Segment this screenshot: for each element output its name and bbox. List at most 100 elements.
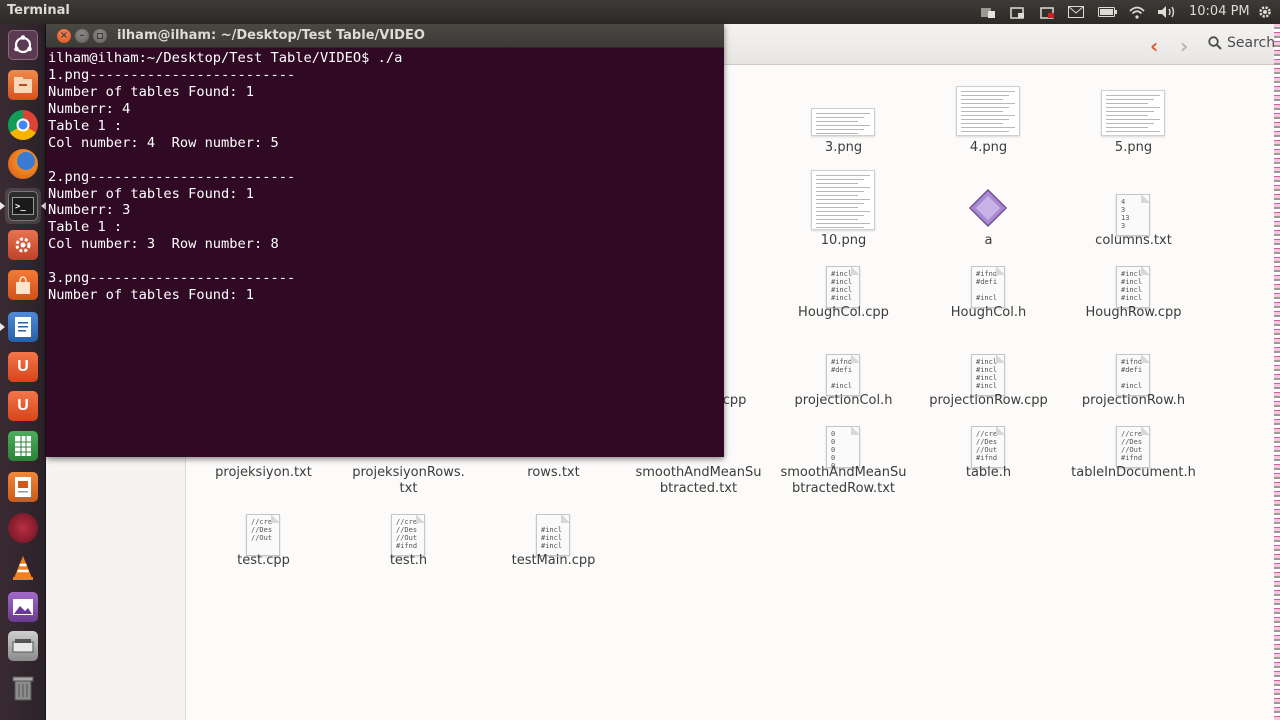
file-name-continued: btracted.txt [659, 481, 738, 496]
file-name: projectionCol.h [794, 393, 893, 408]
forward-button[interactable]: › [1180, 34, 1188, 58]
file-item[interactable]: HoughCol.cpp [771, 305, 916, 321]
file-name: 10.png [820, 233, 867, 248]
search-label: Search [1227, 35, 1276, 51]
file-name-continued: btractedRow.txt [791, 481, 896, 496]
file-item[interactable]: projeksiyon.txt [191, 465, 336, 481]
text-file-icon: #incl #incl #incl [536, 514, 570, 556]
partial-file-label: l.cpp [715, 393, 747, 408]
wifi-icon[interactable] [1127, 4, 1147, 20]
file-item[interactable]: test.cpp [191, 553, 336, 569]
file-item[interactable]: projeksiyonRows. txt [336, 465, 481, 497]
file-item[interactable]: columns.txt [1061, 233, 1206, 249]
executable-diamond-icon [968, 188, 1008, 228]
launcher-item-system-settings[interactable] [5, 227, 41, 263]
terminal-output[interactable]: ilham@ilham:~/Desktop/Test Table/VIDEO$ … [48, 50, 722, 455]
file-name: 3.png [824, 140, 863, 155]
launcher-item-image-viewer[interactable] [5, 589, 41, 625]
terminal-icon: >_ [8, 191, 38, 221]
file-item[interactable]: smoothAndMeanSu btracted.txt [626, 465, 771, 497]
back-button[interactable]: ‹ [1150, 34, 1158, 58]
terminal-window[interactable]: × – ilham@ilham: ~/Desktop/Test Table/VI… [46, 24, 724, 457]
launcher-item-dash-home[interactable] [5, 27, 41, 63]
file-name: 4.png [969, 140, 1008, 155]
terminal-line: ilham@ilham:~/Desktop/Test Table/VIDEO$ … [48, 50, 403, 66]
volume-icon[interactable] [1156, 4, 1178, 20]
battery-icon[interactable] [1097, 4, 1119, 20]
text-file-icon: #ifnd #defi #incl [971, 266, 1005, 308]
settings-tools-icon [8, 230, 38, 260]
file-name: testMain.cpp [511, 553, 596, 568]
file-item[interactable]: a [916, 233, 1061, 249]
text-file-icon: #incl #incl #incl #incl [826, 266, 860, 308]
text-file-icon: //cre //Des //Out #ifnd [971, 426, 1005, 468]
file-name: 5.png [1114, 140, 1153, 155]
close-button[interactable]: × [57, 29, 71, 43]
ubuntu-logo-icon [8, 30, 38, 60]
clock[interactable]: 10:04 PM [1189, 4, 1250, 19]
file-item[interactable]: 3.png [771, 140, 916, 156]
window-indicator-icon[interactable] [1008, 4, 1028, 20]
file-item[interactable]: tableInDocument.h [1061, 465, 1206, 481]
launcher-item-ubuntu-one[interactable]: U [5, 349, 41, 385]
file-name: HoughCol.cpp [798, 305, 889, 320]
recording-indicator-icon[interactable] [1038, 4, 1058, 20]
settings-gear-icon[interactable] [1256, 4, 1274, 20]
text-file-icon: #incl #incl #incl #incl [1116, 266, 1150, 308]
file-name: HoughCol.h [950, 305, 1027, 320]
writer-doc-icon [8, 312, 38, 342]
file-item[interactable]: smoothAndMeanSu btractedRow.txt [771, 465, 916, 497]
launcher-item-terminal[interactable]: >_ [5, 188, 41, 224]
terminal-line: Number of tables Found: 1 [48, 287, 255, 304]
image-viewer-icon [8, 592, 38, 622]
launcher-item-firefox[interactable] [5, 146, 41, 182]
file-item[interactable]: projectionRow.cpp [916, 393, 1061, 409]
search-button[interactable]: Search [1208, 35, 1275, 51]
launcher-item-trash[interactable] [5, 670, 41, 706]
text-file-icon: #incl #incl #incl #incl [971, 354, 1005, 396]
file-item[interactable]: rows.txt [481, 465, 626, 481]
launcher-item-writer[interactable] [5, 309, 41, 345]
firefox-icon [8, 149, 38, 179]
launcher-item-vlc[interactable] [5, 550, 41, 586]
file-name: projectionRow.cpp [929, 393, 1048, 408]
image-thumbnail-icon [1101, 90, 1165, 136]
text-file-icon: 4 3 13 3 [1116, 194, 1150, 236]
file-item[interactable]: 4.png [916, 140, 1061, 156]
text-file-icon: //cre //Des //Out [246, 514, 280, 556]
maximize-button[interactable] [93, 29, 107, 43]
terminal-titlebar[interactable]: × – ilham@ilham: ~/Desktop/Test Table/VI… [46, 24, 724, 48]
keyboard-indicator-icon[interactable] [978, 4, 998, 20]
file-name: test.h [389, 553, 428, 568]
trash-icon [8, 673, 38, 703]
launcher-item-scanner[interactable] [5, 628, 41, 664]
top-panel: Terminal 10:04 PM [0, 0, 1280, 24]
launcher-item-files[interactable] [5, 67, 41, 103]
file-item[interactable]: HoughRow.cpp [1061, 305, 1206, 321]
text-file-icon: #ifnd #defi #incl [826, 354, 860, 396]
ubuntu-one-icon: U [8, 352, 38, 382]
scanner-icon [8, 631, 38, 661]
file-item[interactable]: 10.png [771, 233, 916, 249]
minimize-button[interactable]: – [75, 29, 89, 43]
file-item[interactable]: HoughCol.h [916, 305, 1061, 321]
mail-icon[interactable] [1066, 4, 1086, 20]
launcher-item-impress[interactable] [5, 469, 41, 505]
terminal-title: ilham@ilham: ~/Desktop/Test Table/VIDEO [117, 28, 425, 43]
file-item[interactable]: projectionCol.h [771, 393, 916, 409]
file-item[interactable]: projectionRow.h [1061, 393, 1206, 409]
launcher-item-chrome[interactable] [5, 107, 41, 143]
file-item[interactable]: table.h [916, 465, 1061, 481]
file-name: test.cpp [237, 553, 290, 568]
file-name: HoughRow.cpp [1085, 305, 1182, 320]
launcher-item-software-center[interactable] [5, 267, 41, 303]
file-item[interactable]: test.h [336, 553, 481, 569]
launcher-item-ubuntu-one-music[interactable]: U [5, 388, 41, 424]
launcher-item-calc[interactable] [5, 428, 41, 464]
terminal-line: Col number: 4 Row number: 5 [48, 134, 279, 151]
launcher-item-app-red[interactable] [5, 510, 41, 546]
file-item[interactable]: 5.png [1061, 140, 1206, 156]
text-file-icon: #ifnd #defi #incl [1116, 354, 1150, 396]
file-item[interactable]: testMain.cpp [481, 553, 626, 569]
